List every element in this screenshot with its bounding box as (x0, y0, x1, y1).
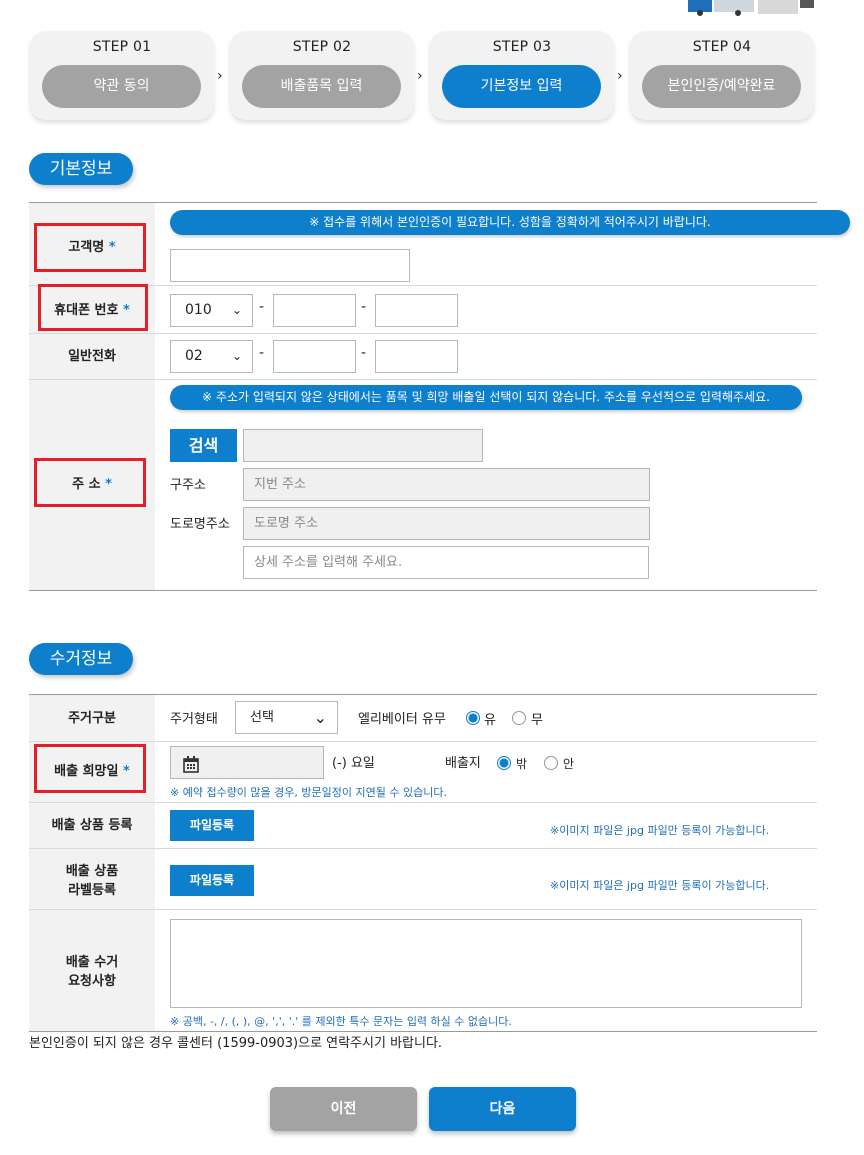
phone-prefix-select[interactable]: 02 ⌄ (170, 340, 253, 373)
step-arrow-icon: › (417, 68, 423, 84)
row-divider (29, 848, 817, 849)
label-reg-note: ※이미지 파일은 jpg 파일만 등록이 가능합니다. (550, 879, 770, 892)
step-label-active: 기본정보 입력 (442, 65, 601, 108)
chevron-down-icon: ⌄ (231, 303, 242, 317)
calendar-icon[interactable] (183, 754, 199, 785)
step-arrow-icon: › (217, 68, 223, 84)
step-label: 약관 동의 (42, 65, 201, 108)
elevator-yes-radio[interactable] (466, 711, 480, 725)
date-label-text: 배출 희망일 (54, 764, 119, 779)
elevator-no-radio[interactable] (512, 711, 526, 725)
truck-illustration (688, 0, 814, 16)
label-reg-label: 배출 상품 라벨등록 (29, 862, 155, 900)
mobile-label: 휴대폰 번호 * (29, 301, 155, 320)
phone-prefix-value: 02 (185, 348, 203, 364)
step-2: STEP 02 배출품목 입력 (230, 31, 414, 120)
required-mark: * (105, 477, 112, 492)
row-divider (29, 379, 817, 380)
place-in-radio[interactable] (544, 756, 558, 770)
row-divider (29, 909, 817, 910)
old-address-label: 구주소 (170, 478, 206, 493)
elevator-yes-label: 유 (484, 713, 496, 728)
old-address-input[interactable]: 지번 주소 (243, 468, 650, 501)
row-divider (29, 333, 817, 334)
step-title: STEP 03 (492, 39, 552, 55)
step-title: STEP 04 (692, 39, 752, 55)
name-notice: ※ 접수를 위해서 본인인증이 필요합니다. 성함을 정확하게 적어주시기 바랍… (170, 210, 850, 235)
mobile-prefix-select[interactable]: 010 ⌄ (170, 294, 253, 327)
step-4: STEP 04 본인인증/예약완료 (630, 31, 814, 120)
date-note: ※ 예약 접수량이 많을 경우, 방문일정이 지연될 수 있습니다. (170, 786, 447, 799)
address-search-button[interactable]: 검색 (170, 429, 237, 462)
step-title: STEP 01 (92, 39, 152, 55)
mobile-last-input[interactable] (375, 294, 458, 327)
table-bottom-border (29, 590, 817, 591)
road-address-label: 도로명주소 (170, 517, 230, 532)
elevator-label: 엘리베이터 유무 (358, 712, 446, 727)
prev-button[interactable]: 이전 (270, 1087, 417, 1131)
name-label: 고객명 * (29, 238, 155, 257)
required-mark: * (123, 303, 130, 318)
name-input[interactable] (170, 249, 410, 282)
chevron-down-icon: ⌄ (231, 349, 242, 363)
basic-info-title: 기본정보 (29, 153, 133, 185)
residence-label: 주거구분 (68, 711, 116, 726)
elevator-no-label: 무 (531, 713, 543, 728)
dash: - (259, 345, 265, 361)
label-file-button[interactable]: 파일등록 (170, 865, 254, 896)
mobile-middle-input[interactable] (273, 294, 356, 327)
place-in-label: 안 (563, 757, 575, 771)
required-mark: * (108, 240, 116, 255)
request-label-line2: 요청사항 (68, 974, 116, 989)
road-address-input[interactable]: 도로명 주소 (243, 507, 650, 540)
contact-notice: 본인인증이 되지 않은 경우 콜센터 (1599-0903)으로 연락주시기 바… (29, 1036, 443, 1051)
name-label-text: 고객명 (68, 240, 105, 255)
request-textarea[interactable] (170, 919, 802, 1008)
request-label-line1: 배출 수거 (65, 955, 119, 970)
address-notice: ※ 주소가 입력되지 않은 상태에서는 품목 및 희망 배출일 선택이 되지 않… (170, 385, 802, 410)
residence-type-label: 주거형태 (170, 712, 218, 727)
detail-address-input[interactable]: 상세 주소를 입력해 주세요. (243, 546, 649, 579)
postal-code-input[interactable] (243, 429, 483, 462)
step-arrow-icon: › (617, 68, 623, 84)
phone-middle-input[interactable] (273, 340, 356, 373)
step-label: 본인인증/예약완료 (642, 65, 801, 108)
place-out-radio[interactable] (497, 756, 511, 770)
dash: - (361, 345, 367, 361)
step-1: STEP 01 약관 동의 (30, 31, 214, 120)
required-mark: * (123, 764, 130, 779)
label-reg-line1: 배출 상품 (65, 864, 119, 879)
step-title: STEP 02 (292, 39, 352, 55)
chevron-down-icon: ⌄ (313, 708, 327, 727)
phone-label: 일반전화 (68, 349, 116, 364)
step-label: 배출품목 입력 (242, 65, 401, 108)
request-note: ※ 공백, -, /, (, ), @, ',', '.' 를 제외한 특수 문… (170, 1015, 512, 1028)
label-reg-line2: 라벨등록 (68, 883, 116, 898)
place-label: 배출지 (445, 756, 481, 771)
table-top-border (29, 202, 817, 203)
mobile-prefix-value: 010 (185, 302, 212, 318)
dash: - (259, 299, 265, 315)
row-divider (29, 741, 817, 742)
place-out-label: 밖 (516, 757, 528, 771)
request-label: 배출 수거 요청사항 (29, 953, 155, 991)
product-reg-label: 배출 상품 등록 (51, 818, 133, 833)
phone-last-input[interactable] (375, 340, 458, 373)
weekday-text: (-) 요일 (332, 756, 375, 771)
step-3: STEP 03 기본정보 입력 (430, 31, 614, 120)
next-button[interactable]: 다음 (429, 1087, 576, 1131)
row-divider (29, 802, 817, 803)
date-input[interactable] (170, 746, 324, 779)
mobile-label-text: 휴대폰 번호 (54, 303, 119, 318)
residence-type-value: 선택 (250, 710, 274, 725)
date-label: 배출 희망일 * (29, 762, 155, 781)
dash: - (361, 299, 367, 315)
product-file-button[interactable]: 파일등록 (170, 810, 254, 841)
address-label-text: 주 소 (72, 477, 101, 492)
residence-type-select[interactable]: 선택 ⌄ (235, 701, 338, 734)
product-reg-note: ※이미지 파일은 jpg 파일만 등록이 가능합니다. (550, 824, 770, 837)
address-label: 주 소 * (29, 475, 155, 494)
pickup-info-title: 수거정보 (29, 643, 133, 675)
table-top-border (29, 694, 817, 695)
